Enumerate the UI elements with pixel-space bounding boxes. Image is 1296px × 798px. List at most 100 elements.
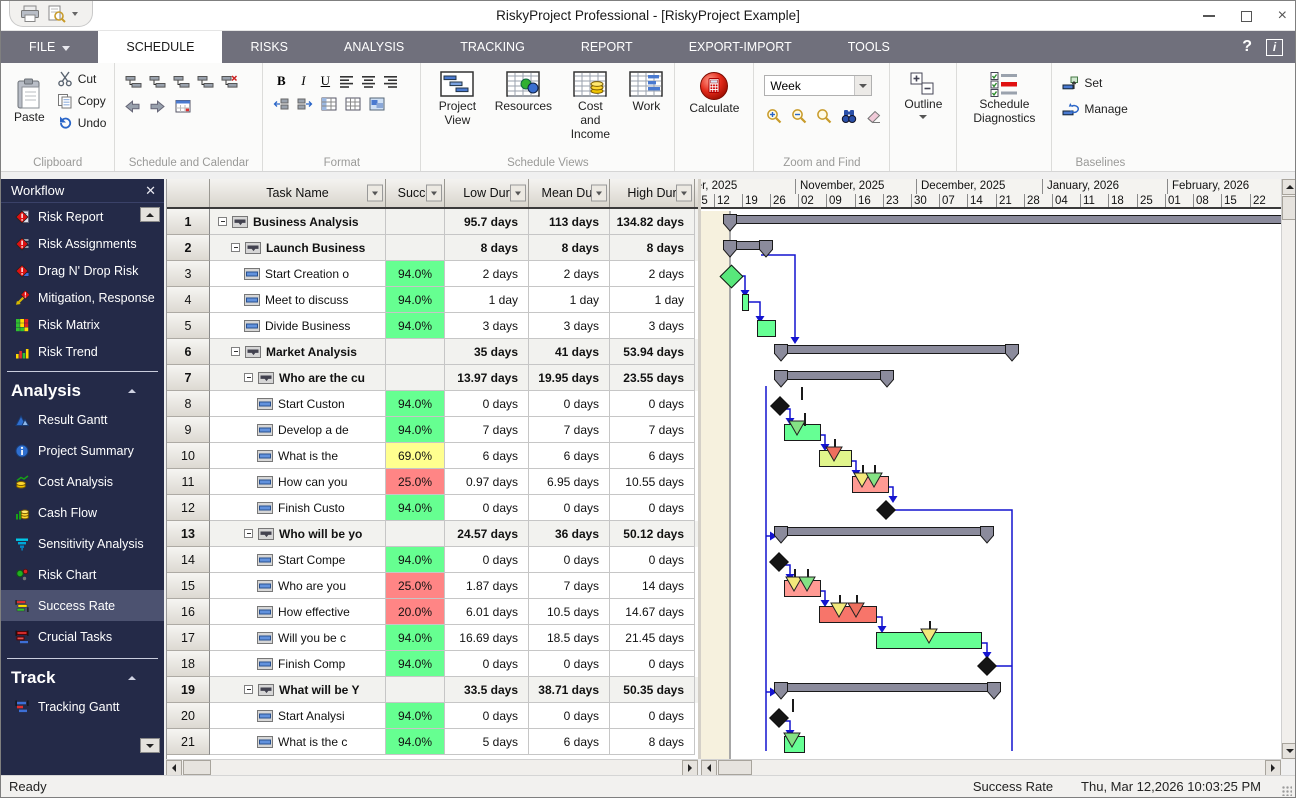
milestone-row-18[interactable] bbox=[977, 656, 997, 676]
table-row[interactable]: 4 Meet to discuss 94.0% 1 day 1 day 1 day bbox=[167, 287, 698, 313]
find-icon[interactable] bbox=[841, 108, 857, 124]
column-filter-icon[interactable] bbox=[367, 184, 383, 202]
tab-tools[interactable]: TOOLS bbox=[820, 31, 918, 63]
table-row[interactable]: 6 Market Analysis 35 days 41 days 53.94 days bbox=[167, 339, 698, 365]
task-name-cell[interactable]: How effective bbox=[210, 599, 386, 625]
tab-schedule[interactable]: SCHEDULE bbox=[98, 31, 223, 63]
scroll-up-button[interactable] bbox=[1282, 179, 1295, 195]
table-row[interactable]: 15 Who are you 25.0% 1.87 days 7 days 14 days bbox=[167, 573, 698, 599]
table-row[interactable]: 8 Start Custon 94.0% 0 days 0 days 0 days bbox=[167, 391, 698, 417]
milestone-row-8[interactable] bbox=[770, 396, 790, 416]
table-row[interactable]: 7 Who are the cu 13.97 days 19.95 days 23.55… bbox=[167, 365, 698, 391]
task-name-cell[interactable]: Finish Comp bbox=[210, 651, 386, 677]
task-name-cell[interactable]: Start Analysi bbox=[210, 703, 386, 729]
table-row[interactable]: 12 Finish Custo 94.0% 0 days 0 days 0 days bbox=[167, 495, 698, 521]
collapse-icon[interactable] bbox=[244, 373, 253, 382]
task-name-cell[interactable]: Who will be yo bbox=[210, 521, 386, 547]
format-cells-icon[interactable] bbox=[369, 97, 385, 111]
table-row[interactable]: 3 Start Creation o 94.0% 2 days 2 days 2 days bbox=[167, 261, 698, 287]
tab-report[interactable]: REPORT bbox=[553, 31, 661, 63]
milestone-row-12[interactable] bbox=[876, 500, 896, 520]
column-header-succe[interactable]: Succe bbox=[386, 179, 445, 207]
task-name-cell[interactable]: Start Creation o bbox=[210, 261, 386, 287]
sidebar-item-risk-matrix[interactable]: Risk Matrix bbox=[1, 311, 164, 338]
underline-button[interactable]: U bbox=[317, 73, 333, 89]
column-filter-icon[interactable] bbox=[591, 184, 607, 202]
hide-column-icon[interactable] bbox=[345, 97, 361, 111]
info-icon[interactable]: i bbox=[1266, 38, 1283, 56]
work-button[interactable]: Work bbox=[626, 69, 666, 115]
vertical-scroll-thumb[interactable] bbox=[1282, 196, 1295, 220]
align-right-icon[interactable] bbox=[383, 75, 399, 88]
sidebar-item-tracking-gantt[interactable]: Tracking Gantt bbox=[1, 691, 164, 722]
indent-column-icon[interactable] bbox=[297, 97, 313, 111]
unlink-tasks-icon[interactable] bbox=[221, 75, 238, 89]
sidebar-section-analysis[interactable]: Analysis bbox=[1, 374, 164, 404]
task-name-cell[interactable]: Finish Custo bbox=[210, 495, 386, 521]
summary-bar-row-13[interactable] bbox=[774, 527, 994, 536]
tab-file[interactable]: FILE bbox=[1, 31, 98, 63]
task-name-cell[interactable]: Who are the cu bbox=[210, 365, 386, 391]
table-row[interactable]: 21 What is the c 94.0% 5 days 6 days 8 days bbox=[167, 729, 698, 755]
timescale-dropdown-icon[interactable] bbox=[854, 76, 872, 95]
minimize-button[interactable] bbox=[1202, 15, 1215, 17]
align-left-icon[interactable] bbox=[339, 75, 355, 88]
baseline-set-button[interactable]: Set bbox=[1062, 73, 1140, 93]
bold-button[interactable]: B bbox=[273, 73, 289, 89]
task-name-cell[interactable]: Develop a de bbox=[210, 417, 386, 443]
table-row[interactable]: 5 Divide Business 94.0% 3 days 3 days 3 days bbox=[167, 313, 698, 339]
gantt-horizontal-scrollbar[interactable] bbox=[701, 759, 1281, 776]
task-name-cell[interactable]: Start Compe bbox=[210, 547, 386, 573]
table-row[interactable]: 13 Who will be yo 24.57 days 36 days 50.12 d… bbox=[167, 521, 698, 547]
milestone-row-14[interactable] bbox=[769, 552, 789, 572]
resize-grip[interactable] bbox=[1282, 786, 1292, 796]
summary-bar-row-7[interactable] bbox=[774, 371, 894, 380]
task-name-cell[interactable]: Who are you bbox=[210, 573, 386, 599]
collapse-icon[interactable] bbox=[244, 529, 253, 538]
cost-income-button[interactable]: Cost and Income bbox=[561, 69, 619, 143]
sidebar-item-mitigation-response[interactable]: Mitigation, Response bbox=[1, 284, 164, 311]
gantt-scroll-thumb[interactable] bbox=[718, 760, 752, 775]
zoom-in-icon[interactable] bbox=[766, 108, 782, 124]
column-filter-icon[interactable] bbox=[510, 184, 526, 202]
sidebar-item-risk-assignments[interactable]: Risk Assignments bbox=[1, 230, 164, 257]
task-name-cell[interactable]: What is the bbox=[210, 443, 386, 469]
table-row[interactable]: 14 Start Compe 94.0% 0 days 0 days 0 days bbox=[167, 547, 698, 573]
zoom-out-icon[interactable] bbox=[791, 108, 807, 124]
sidebar-item-cash-flow[interactable]: Cash Flow bbox=[1, 497, 164, 528]
collapse-section-icon[interactable] bbox=[128, 389, 136, 393]
paste-button[interactable]: Paste bbox=[9, 76, 50, 126]
table-row[interactable]: 18 Finish Comp 94.0% 0 days 0 days 0 days bbox=[167, 651, 698, 677]
cut-button[interactable]: Cut bbox=[57, 69, 107, 89]
table-row[interactable]: 19 What will be Y 33.5 days 38.71 days 50.35… bbox=[167, 677, 698, 703]
task-name-cell[interactable]: Will you be c bbox=[210, 625, 386, 651]
undo-button[interactable]: Undo bbox=[57, 113, 106, 133]
sidebar-item-project-summary[interactable]: Project Summary bbox=[1, 435, 164, 466]
table-scroll-thumb[interactable] bbox=[183, 760, 211, 775]
sidebar-scroll-up-button[interactable] bbox=[140, 207, 160, 222]
tab-risks[interactable]: RISKS bbox=[222, 31, 316, 63]
column-header-mean-dur[interactable]: Mean Dur bbox=[529, 179, 610, 207]
column-header-high-dur[interactable]: High Dur bbox=[610, 179, 695, 207]
calendar-icon[interactable] bbox=[175, 99, 191, 113]
table-row[interactable]: 16 How effective 20.0% 6.01 days 10.5 days 14… bbox=[167, 599, 698, 625]
insert-column-icon[interactable] bbox=[321, 97, 337, 111]
outdent-column-icon[interactable] bbox=[273, 97, 289, 111]
gantt-scroll-left-button[interactable] bbox=[701, 760, 717, 776]
collapse-icon[interactable] bbox=[231, 243, 240, 252]
sidebar-scroll-down-button[interactable] bbox=[140, 738, 160, 753]
summary-bar-row-6[interactable] bbox=[774, 345, 1019, 354]
sidebar-item-drag-n-drop-risk[interactable]: Drag N' Drop Risk bbox=[1, 257, 164, 284]
zoom-select-icon[interactable] bbox=[816, 108, 832, 124]
table-row[interactable]: 1 Business Analysis 95.7 days 113 days 134.8… bbox=[167, 209, 698, 235]
sidebar-item-risk-trend[interactable]: Risk Trend bbox=[1, 338, 164, 365]
column-header-task-name[interactable]: Task Name bbox=[210, 179, 386, 207]
maximize-button[interactable] bbox=[1240, 10, 1252, 22]
sidebar-item-result-gantt[interactable]: Result Gantt bbox=[1, 404, 164, 435]
task-name-cell[interactable]: What will be Y bbox=[210, 677, 386, 703]
resources-button[interactable]: Resources bbox=[492, 69, 554, 115]
timescale-select[interactable]: Week bbox=[764, 75, 873, 96]
table-row[interactable]: 11 How can you 25.0% 0.97 days 6.95 days 10.5… bbox=[167, 469, 698, 495]
task-name-cell[interactable]: How can you bbox=[210, 469, 386, 495]
task-bar-row-4[interactable] bbox=[742, 294, 749, 311]
